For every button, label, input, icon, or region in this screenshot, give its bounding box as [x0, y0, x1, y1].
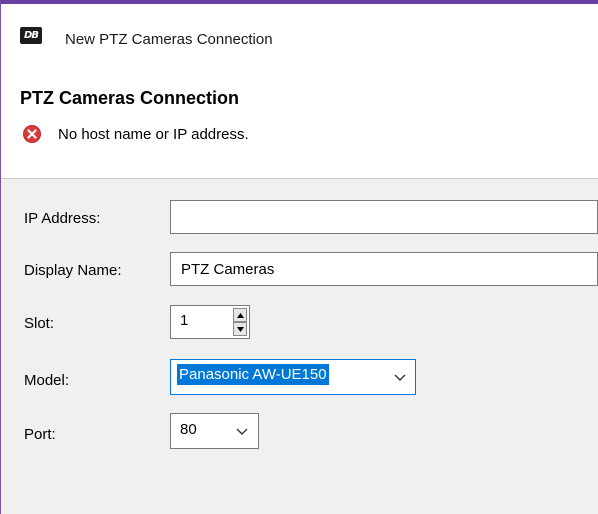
error-icon — [23, 125, 41, 143]
section-title: PTZ Cameras Connection — [20, 88, 240, 108]
slot-decrement-button[interactable] — [233, 322, 247, 336]
model-selected-value: Panasonic AW-UE150 — [177, 364, 329, 385]
model-label: Model: — [24, 372, 70, 389]
title-bar[interactable]: DB New PTZ Cameras Connection — [1, 4, 598, 64]
ip-address-label: IP Address: — [24, 210, 101, 227]
app-logo-icon: DB — [20, 27, 42, 44]
display-name-input[interactable]: PTZ Cameras — [170, 252, 598, 286]
chevron-down-icon — [394, 374, 406, 381]
chevron-down-icon — [236, 428, 248, 435]
arrow-up-icon — [236, 312, 244, 318]
slot-spin-buttons — [233, 308, 247, 336]
port-label: Port: — [24, 426, 56, 443]
arrow-down-icon — [236, 326, 244, 332]
connection-dialog: DB New PTZ Cameras Connection PTZ Camera… — [0, 0, 598, 514]
error-message: No host name or IP address. — [58, 126, 249, 143]
slot-increment-button[interactable] — [233, 308, 247, 322]
window-title: New PTZ Cameras Connection — [65, 31, 273, 48]
port-select[interactable]: 80 — [170, 413, 259, 449]
port-selected-value: 80 — [180, 421, 197, 438]
slot-value: 1 — [180, 312, 189, 329]
slot-label: Slot: — [24, 315, 55, 332]
connection-form: IP Address: Display Name: PTZ Cameras Sl… — [1, 179, 598, 514]
dialog-header: PTZ Cameras Connection No host name or I… — [1, 64, 598, 179]
ip-address-input[interactable] — [170, 200, 598, 234]
display-name-label: Display Name: — [24, 262, 122, 279]
model-select[interactable]: Panasonic AW-UE150 — [170, 359, 416, 395]
slot-spinner[interactable]: 1 — [170, 305, 250, 339]
